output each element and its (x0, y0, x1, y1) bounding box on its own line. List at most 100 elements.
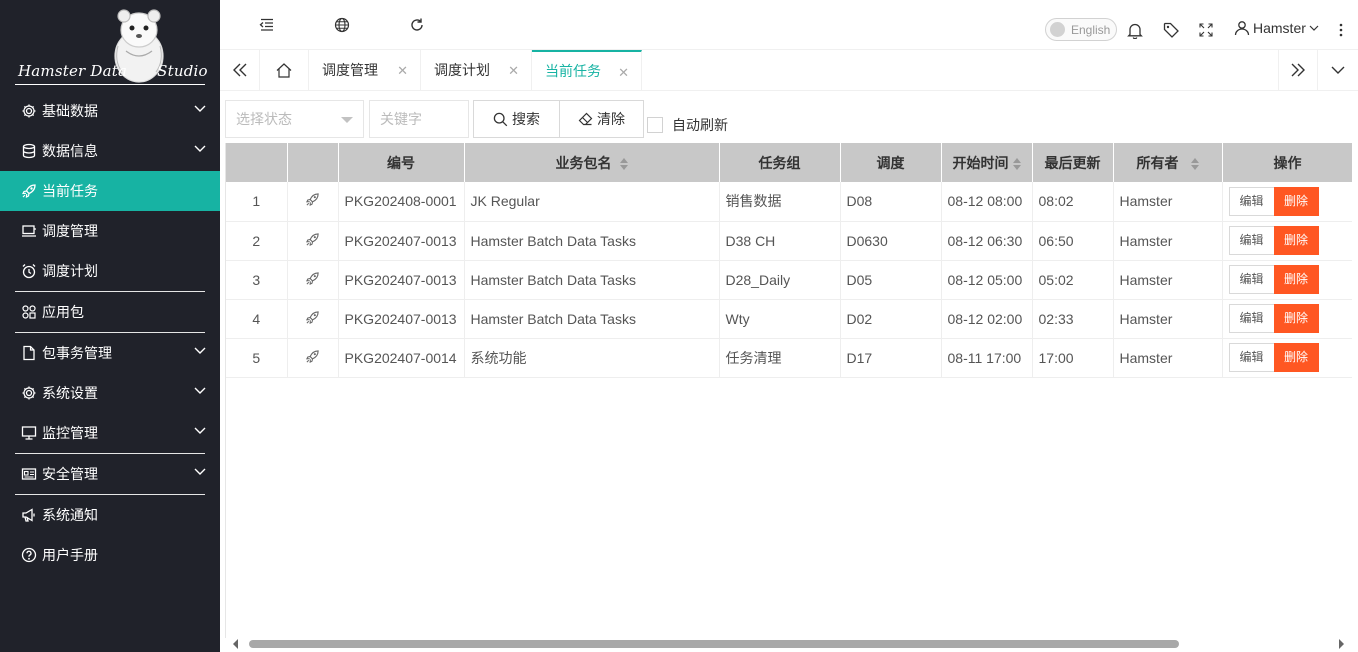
column-header-actions: 操作 (1222, 143, 1352, 182)
checkbox-box[interactable] (647, 117, 663, 133)
bell-icon (1127, 23, 1143, 39)
cell-group: D38 CH (719, 221, 841, 261)
column-header-updated[interactable]: 最后更新 (1032, 143, 1114, 182)
monitor-icon (20, 425, 37, 442)
sort-icon[interactable] (1012, 157, 1021, 170)
tab-schedule-plan[interactable]: 调度计划 ✕ (421, 50, 532, 90)
clear-button[interactable]: 清除 (559, 101, 643, 137)
column-header-schedule[interactable]: 调度 (840, 143, 942, 182)
tab-schedule-mgmt[interactable]: 调度管理 ✕ (309, 50, 421, 90)
more-vertical-icon (1339, 23, 1343, 37)
chevron-down-icon (194, 347, 206, 354)
sidebar-item-notifications[interactable]: 系统通知 (0, 495, 220, 535)
table-row[interactable]: 4 PKG202407-0013 Hamster Batch Data Task… (226, 299, 1352, 339)
user-menu[interactable]: Hamster (1234, 20, 1322, 36)
cell-start: 08-12 05:00 (941, 260, 1033, 300)
cell-icon (287, 260, 339, 300)
cell-start: 08-12 06:30 (941, 221, 1033, 261)
tab-scroll-right-button[interactable] (1278, 50, 1318, 90)
tab-current-tasks[interactable]: 当前任务 ✕ (532, 50, 642, 90)
website-button[interactable] (332, 15, 352, 35)
search-button-group: 搜索 清除 (473, 100, 644, 138)
column-header-icon (287, 143, 339, 182)
column-header-owner[interactable]: 所有者 (1113, 143, 1223, 182)
sidebar-item-schedule-mgmt[interactable]: 调度管理 (0, 211, 220, 251)
keyword-input[interactable] (369, 100, 469, 138)
scroll-left-arrow-icon[interactable] (233, 639, 238, 649)
delete-button[interactable]: 删除 (1273, 265, 1319, 294)
column-header-package[interactable]: 业务包名 (464, 143, 720, 182)
cell-code: PKG202407-0014 (338, 338, 465, 378)
auto-refresh-checkbox[interactable]: 自动刷新 (647, 115, 728, 135)
sidebar-item-package-tx[interactable]: 包事务管理 (0, 333, 220, 373)
tab-label: 调度管理 (322, 62, 378, 78)
edit-button[interactable]: 编辑 (1228, 186, 1275, 216)
column-header-code[interactable]: 编号 (338, 143, 465, 182)
table-row[interactable]: 5 PKG202407-0014 系统功能 任务清理 D17 08-11 17:… (226, 338, 1352, 378)
cell-group: 销售数据 (719, 182, 841, 222)
sidebar-item-label: 系统通知 (42, 507, 98, 523)
sidebar-item-label: 调度计划 (42, 263, 98, 279)
sidebar-item-monitoring[interactable]: 监控管理 (0, 413, 220, 453)
sidebar-item-data-info[interactable]: 数据信息 (0, 131, 220, 171)
menu-toggle-button[interactable] (257, 15, 277, 35)
close-icon[interactable]: ✕ (618, 65, 629, 81)
more-button[interactable] (1331, 20, 1351, 40)
search-button[interactable]: 搜索 (474, 101, 559, 137)
delete-button[interactable]: 删除 (1273, 186, 1319, 216)
sidebar-item-basic-data[interactable]: 基础数据 (0, 91, 220, 131)
horizontal-scrollbar[interactable] (225, 636, 1352, 650)
delete-button[interactable]: 删除 (1273, 304, 1319, 333)
cell-group: D28_Daily (719, 260, 841, 300)
cell-group: 任务清理 (719, 338, 841, 378)
logo[interactable]: Hamster Data Studio (0, 0, 220, 88)
sidebar-item-schedule-plan[interactable]: 调度计划 (0, 251, 220, 291)
sort-icon[interactable] (619, 157, 628, 170)
cell-owner: Hamster (1113, 221, 1223, 261)
file-icon (20, 345, 37, 362)
edit-button[interactable]: 编辑 (1228, 265, 1275, 294)
delete-button[interactable]: 删除 (1273, 343, 1319, 372)
chevron-down-icon (1309, 25, 1319, 31)
notification-button[interactable] (1125, 20, 1145, 40)
cell-code: PKG202407-0013 (338, 299, 465, 339)
tab-home[interactable] (260, 50, 309, 90)
scrollbar-thumb[interactable] (249, 640, 1179, 648)
close-icon[interactable]: ✕ (397, 63, 408, 79)
table-header-row: 编号 业务包名 任务组 调度 开始时间 最后更新 所有者 操作 (226, 143, 1352, 182)
tab-scroll-left-button[interactable] (220, 50, 260, 90)
edit-button[interactable]: 编辑 (1228, 304, 1275, 333)
cell-actions: 编辑 删除 (1222, 338, 1352, 378)
column-header-group[interactable]: 任务组 (719, 143, 841, 182)
sidebar-item-current-tasks[interactable]: 当前任务 (0, 171, 220, 211)
sidebar-item-app-package[interactable]: 应用包 (0, 292, 220, 332)
cell-actions: 编辑 删除 (1222, 299, 1352, 339)
edit-button[interactable]: 编辑 (1228, 343, 1275, 372)
cell-index: 5 (226, 338, 288, 378)
sort-icon[interactable] (1190, 157, 1199, 170)
status-select[interactable]: 选择状态 (225, 100, 364, 138)
fullscreen-button[interactable] (1196, 20, 1216, 40)
table-row[interactable]: 2 PKG202407-0013 Hamster Batch Data Task… (226, 221, 1352, 261)
chevron-down-icon (1331, 66, 1345, 74)
cell-icon (287, 221, 339, 261)
table-row[interactable]: 3 PKG202407-0013 Hamster Batch Data Task… (226, 260, 1352, 300)
search-icon (493, 112, 508, 126)
delete-button[interactable]: 删除 (1273, 226, 1319, 255)
sidebar-item-user-manual[interactable]: 用户手册 (0, 535, 220, 575)
cell-icon (287, 338, 339, 378)
tab-label: 当前任务 (545, 63, 601, 79)
refresh-button[interactable] (407, 15, 427, 35)
table-row[interactable]: 1 PKG202408-0001 JK Regular 销售数据 D08 08-… (226, 182, 1352, 222)
close-icon[interactable]: ✕ (508, 63, 519, 79)
scroll-right-arrow-icon[interactable] (1339, 639, 1344, 649)
sidebar-item-security[interactable]: 安全管理 (0, 454, 220, 494)
sidebar-item-system-settings[interactable]: 系统设置 (0, 373, 220, 413)
cell-updated: 08:02 (1032, 182, 1114, 222)
tab-menu-button[interactable] (1318, 50, 1358, 90)
column-header-start[interactable]: 开始时间 (941, 143, 1033, 182)
database-icon (20, 143, 37, 160)
language-switch[interactable]: English (1045, 18, 1117, 41)
edit-button[interactable]: 编辑 (1228, 226, 1275, 255)
tag-button[interactable] (1161, 20, 1181, 40)
